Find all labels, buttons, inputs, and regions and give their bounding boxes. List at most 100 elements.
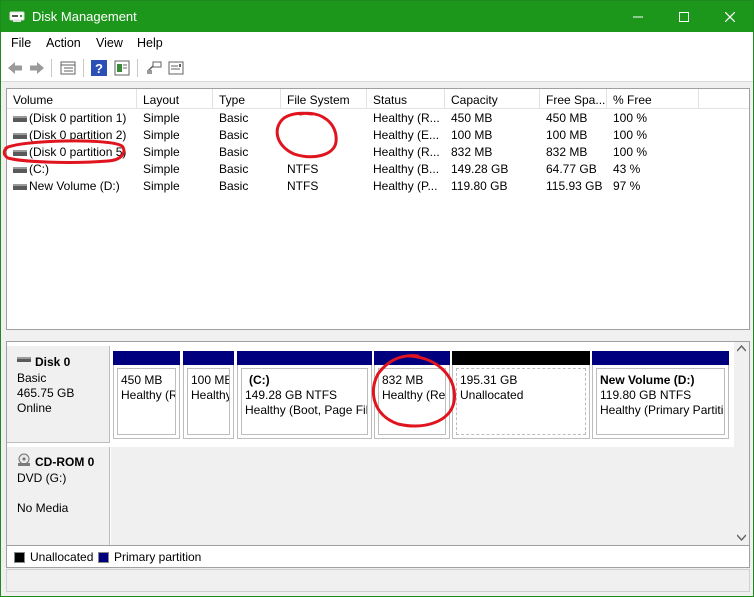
disk-0-name: Disk 0 [35,355,71,369]
partition-block-d[interactable]: New Volume (D:) 119.80 GB NTFS Healthy (… [592,351,729,439]
volume-icon [13,133,27,139]
column-header-file-system[interactable]: File System [281,89,367,109]
cdrom-0-label[interactable]: CD-ROM 0 DVD (G:) No Media [7,447,110,545]
table-row[interactable]: New Volume (D:) Simple Basic NTFS Health… [7,178,749,195]
column-header-free-space[interactable]: Free Spa... [540,89,607,109]
partition-bar-primary [183,351,234,365]
table-row[interactable]: (Disk 0 partition 2) Simple Basic Health… [7,127,749,144]
table-row[interactable]: (C:) Simple Basic NTFS Healthy (B... 149… [7,161,749,178]
settings-icon[interactable] [167,59,185,77]
properties-icon[interactable] [113,59,131,77]
cell-free-space: 450 MB [546,111,588,125]
cell-free-space: 64.77 GB [546,162,597,176]
partition-block[interactable]: 832 MB Healthy (Re [374,351,450,439]
list-view-icon[interactable] [59,59,77,77]
table-row[interactable]: (Disk 0 partition 5) Simple Basic Health… [7,144,749,161]
vertical-scrollbar[interactable] [734,342,749,545]
cell-free-space: 100 MB [546,128,588,142]
partition-block[interactable]: 450 MB Healthy (R [113,351,180,439]
volume-icon [13,116,27,122]
partition-name: New Volume (D:) [600,373,695,387]
cell-capacity: 119.80 GB [451,179,508,193]
partition-status: Healthy [191,388,230,402]
menu-help[interactable]: Help [137,36,163,50]
close-icon [725,11,735,22]
cell-type: Basic [219,162,249,176]
toolbar-separator [51,59,52,77]
menu-bar: File Action View Help [1,32,753,54]
scroll-up-icon[interactable] [737,345,746,352]
partition-block-c[interactable]: (C:) 149.28 GB NTFS Healthy (Boot, Page … [237,351,372,439]
toolbar: ? [1,54,753,82]
cell-status: Healthy (E... [373,128,440,142]
cell-file-system: NTFS [287,162,319,176]
connect-icon[interactable] [145,59,163,77]
column-header-status[interactable]: Status [367,89,445,109]
volume-list[interactable]: Volume Layout Type File System Status Ca… [6,88,750,330]
column-header-volume[interactable]: Volume [7,89,137,109]
column-header-layout[interactable]: Layout [137,89,213,109]
partition-bar-primary [592,351,729,365]
disk-0-label[interactable]: Disk 0 Basic 465.75 GB Online [7,346,110,443]
disk-graphical-view[interactable]: Disk 0 Basic 465.75 GB Online 450 MB Hea… [6,341,750,546]
menu-view[interactable]: View [96,36,123,50]
close-button[interactable] [707,1,753,32]
pane-splitter[interactable] [1,331,753,341]
cell-volume: (Disk 0 partition 2) [29,128,127,142]
cell-layout: Simple [143,111,180,125]
cell-type: Basic [219,145,249,159]
partition-size: 195.31 GB [460,373,518,387]
cdrom-0-kind: DVD (G:) [17,471,67,485]
cell-status: Healthy (R... [373,145,440,159]
menu-file[interactable]: File [11,36,31,50]
cell-volume: (Disk 0 partition 5) [29,145,127,159]
cell-volume: (C:) [29,162,49,176]
partition-bar-unallocated [452,351,590,365]
partition-bar-primary [113,351,180,365]
back-icon[interactable] [6,59,24,77]
partition-block-unallocated[interactable]: 195.31 GB Unallocated [452,351,590,439]
legend-swatch-primary [98,552,109,563]
partition-bar-primary [374,351,450,365]
title-bar[interactable]: Disk Management [1,1,753,32]
cdrom-0-state: No Media [17,501,69,515]
partition-name: (C:) [249,373,270,387]
cell-layout: Simple [143,179,180,193]
status-bar [6,569,750,592]
toolbar-separator [83,59,84,77]
column-header-percent-free[interactable]: % Free [607,89,699,109]
column-header-type[interactable]: Type [213,89,281,109]
cell-percent-free: 97 % [613,179,641,193]
menu-action[interactable]: Action [46,36,81,50]
forward-icon[interactable] [28,59,46,77]
help-icon[interactable]: ? [90,59,108,77]
volume-icon [13,150,27,156]
cell-free-space: 115.93 GB [546,179,603,193]
partition-block[interactable]: 100 MB Healthy [183,351,234,439]
column-header-capacity[interactable]: Capacity [445,89,540,109]
cell-volume: New Volume (D:) [29,179,120,193]
maximize-button[interactable] [661,1,707,32]
disk-0-state: Online [17,401,52,415]
disk-icon [17,357,31,362]
cell-type: Basic [219,179,249,193]
cdrom-0-area [111,447,734,545]
cell-status: Healthy (R... [373,111,440,125]
cell-capacity: 832 MB [451,145,493,159]
cell-file-system [287,127,365,144]
cell-layout: Simple [143,128,180,142]
cell-percent-free: 100 % [613,111,648,125]
cdrom-0-name: CD-ROM 0 [35,455,95,469]
scroll-down-icon[interactable] [737,534,746,541]
partition-size: 119.80 GB NTFS [600,388,692,402]
partition-status: Unallocated [460,388,524,402]
minimize-button[interactable] [615,1,661,32]
cell-capacity: 100 MB [451,128,493,142]
partition-bar-primary [237,351,372,365]
volume-icon [13,184,27,190]
cell-percent-free: 100 % [613,145,648,159]
cell-layout: Simple [143,145,180,159]
table-row[interactable]: (Disk 0 partition 1) Simple Basic Health… [7,110,749,127]
minimize-icon [633,16,643,17]
disk-0-size: 465.75 GB [17,386,75,400]
